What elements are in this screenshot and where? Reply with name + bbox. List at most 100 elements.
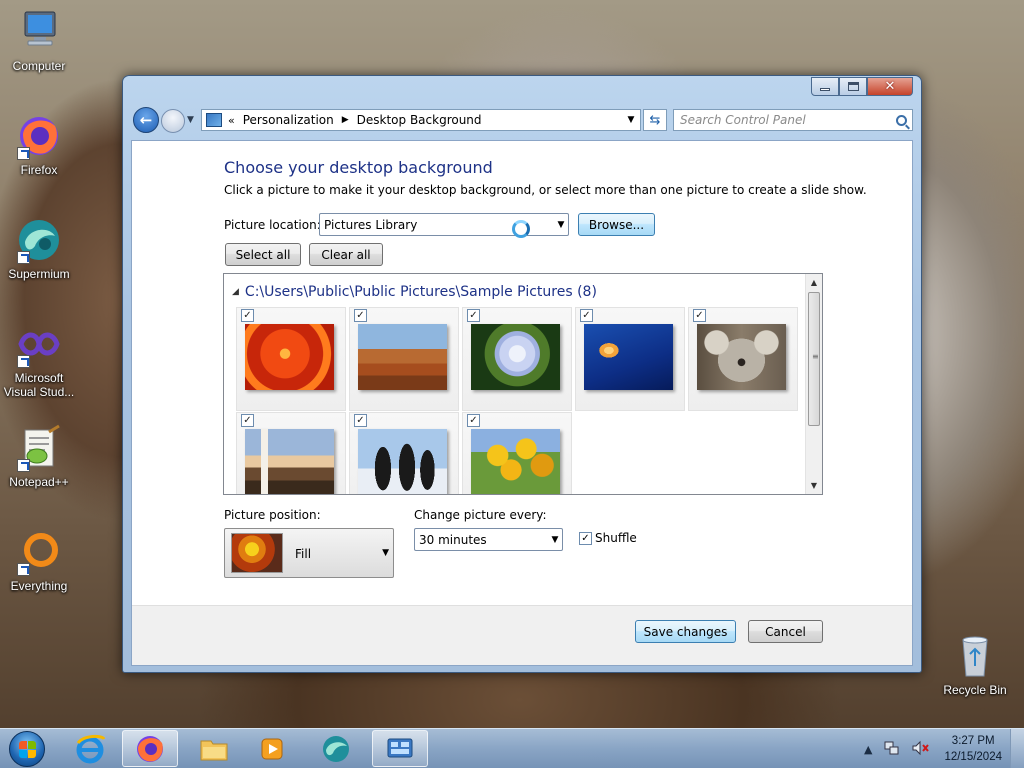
refresh-button[interactable]: ⇆	[643, 109, 667, 131]
busy-cursor-icon	[512, 220, 530, 238]
picture-thumbnail[interactable]: ✓	[236, 307, 346, 411]
media-player-icon	[261, 738, 283, 759]
picture-checkbox[interactable]: ✓	[354, 309, 367, 322]
desktop-icon-firefox[interactable]: Firefox	[0, 112, 78, 177]
cancel-button[interactable]: Cancel	[748, 620, 823, 643]
start-button[interactable]	[4, 730, 50, 768]
browse-label: Browse...	[588, 217, 645, 232]
scroll-up-icon[interactable]: ▲	[806, 274, 822, 291]
firefox-icon	[15, 112, 63, 160]
scrollbar-thumb[interactable]: ≡	[808, 292, 820, 426]
desktop-icon-supermium[interactable]: Supermium	[0, 216, 78, 281]
collapse-triangle-icon[interactable]: ◢	[232, 287, 239, 297]
desktop-icon-notepadplusplus[interactable]: Notepad++	[0, 424, 78, 489]
breadcrumb-personalization[interactable]: Personalization	[243, 113, 334, 127]
picture-checkbox[interactable]: ✓	[354, 414, 367, 427]
minimize-button[interactable]	[811, 77, 839, 96]
clock-date: 12/15/2024	[944, 751, 1002, 763]
desktop-icon-visual-studio[interactable]: Microsoft Visual Stud...	[0, 320, 78, 399]
control-panel-icon	[206, 113, 222, 127]
scroll-down-icon[interactable]: ▼	[806, 477, 822, 494]
chevron-down-icon: ▼	[557, 219, 565, 230]
clock[interactable]: 3:27 PM 12/15/2024	[944, 733, 1002, 765]
back-button[interactable]: ←	[133, 107, 159, 133]
picture-thumbnail[interactable]: ✓	[462, 412, 572, 494]
maximize-button[interactable]	[839, 77, 867, 96]
desktop-icon-recycle-bin[interactable]: Recycle Bin	[936, 632, 1014, 697]
chevron-down-icon: ▼	[382, 548, 389, 558]
picture-checkbox[interactable]: ✓	[467, 414, 480, 427]
shuffle-checkbox[interactable]: ✓ Shuffle	[579, 531, 637, 545]
picture-thumbnail[interactable]: ✓	[575, 307, 685, 411]
search-icon[interactable]	[896, 114, 907, 126]
taskbar-internet-explorer[interactable]	[62, 730, 118, 767]
shuffle-label: Shuffle	[595, 531, 637, 545]
address-overflow-icon[interactable]: «	[228, 114, 235, 127]
save-changes-button[interactable]: Save changes	[635, 620, 736, 643]
penguins-picture	[358, 429, 447, 494]
change-interval-select[interactable]: 30 minutes ▼	[414, 528, 563, 551]
taskbar-media-player[interactable]	[244, 730, 300, 767]
show-desktop-button[interactable]	[1010, 729, 1024, 768]
taskbar-firefox[interactable]	[122, 730, 178, 767]
picture-checkbox[interactable]: ✓	[693, 309, 706, 322]
firefox-icon	[137, 735, 163, 762]
shortcut-arrow-icon	[17, 355, 30, 368]
select-all-button[interactable]: Select all	[225, 243, 301, 266]
picture-thumbnail[interactable]: ✓	[688, 307, 798, 411]
picture-checkbox[interactable]: ✓	[241, 309, 254, 322]
desktop-background-window: ✕ ← ▼ « Personalization ▶ Desktop Backgr…	[122, 75, 922, 673]
gallery-scrollbar[interactable]: ▲ ≡ ▼	[805, 274, 822, 494]
desktop-icon-label: Recycle Bin	[943, 683, 1007, 697]
network-icon[interactable]	[884, 740, 900, 759]
close-button[interactable]: ✕	[867, 77, 913, 96]
picture-thumbnail[interactable]: ✓	[236, 412, 346, 494]
change-interval-value: 30 minutes	[419, 532, 487, 547]
position-preview-image	[231, 533, 283, 573]
system-tray: ▲ 3:27 PM 12/15/2024	[858, 729, 1024, 768]
picture-checkbox[interactable]: ✓	[467, 309, 480, 322]
show-hidden-icons-icon[interactable]: ▲	[864, 743, 872, 756]
clock-time: 3:27 PM	[951, 735, 995, 747]
breadcrumb-desktop-background[interactable]: Desktop Background	[357, 113, 482, 127]
folder-icon	[200, 740, 228, 760]
taskbar: ▲ 3:27 PM 12/15/2024	[0, 728, 1024, 768]
picture-thumbnail[interactable]: ✓	[349, 412, 459, 494]
desktop-icon-label: Supermium	[8, 267, 70, 281]
picture-thumbnail[interactable]: ✓	[349, 307, 459, 411]
search-input[interactable]: Search Control Panel	[673, 109, 913, 131]
taskbar-supermium[interactable]	[308, 730, 364, 767]
picture-location-value: Pictures Library	[324, 217, 418, 232]
recent-pages-dropdown-icon[interactable]: ▼	[187, 115, 194, 125]
recycle-bin-icon	[951, 632, 999, 680]
browse-button[interactable]: Browse...	[578, 213, 655, 236]
desktop-icon-everything[interactable]: Everything	[0, 528, 78, 593]
picture-position-select[interactable]: Fill ▼	[224, 528, 394, 578]
picture-thumbnail[interactable]: ✓	[462, 307, 572, 411]
picture-checkbox[interactable]: ✓	[241, 414, 254, 427]
shuffle-check-box[interactable]: ✓	[579, 531, 592, 545]
hydrangeas-picture	[471, 324, 560, 390]
picture-location-select[interactable]: Pictures Library ▼	[319, 213, 569, 236]
desktop-icon-label: Computer	[12, 59, 66, 73]
breadcrumb-separator-icon[interactable]: ▶	[342, 115, 349, 125]
navigation-bar: ← ▼ « Personalization ▶ Desktop Backgrou…	[131, 107, 913, 133]
volume-muted-icon[interactable]	[912, 740, 930, 759]
shortcut-arrow-icon	[17, 147, 30, 160]
forward-button[interactable]	[161, 109, 185, 133]
desktop-icon-computer[interactable]: Computer	[0, 8, 78, 73]
everything-icon	[15, 528, 63, 576]
content-area: Choose your desktop background Click a p…	[131, 140, 913, 666]
address-dropdown-icon[interactable]: ▼	[622, 115, 640, 125]
taskbar-windows-explorer[interactable]	[186, 730, 242, 767]
picture-checkbox[interactable]: ✓	[580, 309, 593, 322]
folder-group-header[interactable]: ◢ C:\Users\Public\Public Pictures\Sample…	[232, 284, 597, 300]
desktop-icon-label: Firefox	[20, 163, 58, 177]
taskbar-control-panel[interactable]	[372, 730, 428, 767]
internet-explorer-icon	[76, 734, 106, 763]
clear-all-button[interactable]: Clear all	[309, 243, 383, 266]
jellyfish-picture	[584, 324, 673, 390]
address-bar[interactable]: « Personalization ▶ Desktop Background ▼	[201, 109, 641, 131]
desert-picture	[358, 324, 447, 390]
tulips-picture	[471, 429, 560, 494]
